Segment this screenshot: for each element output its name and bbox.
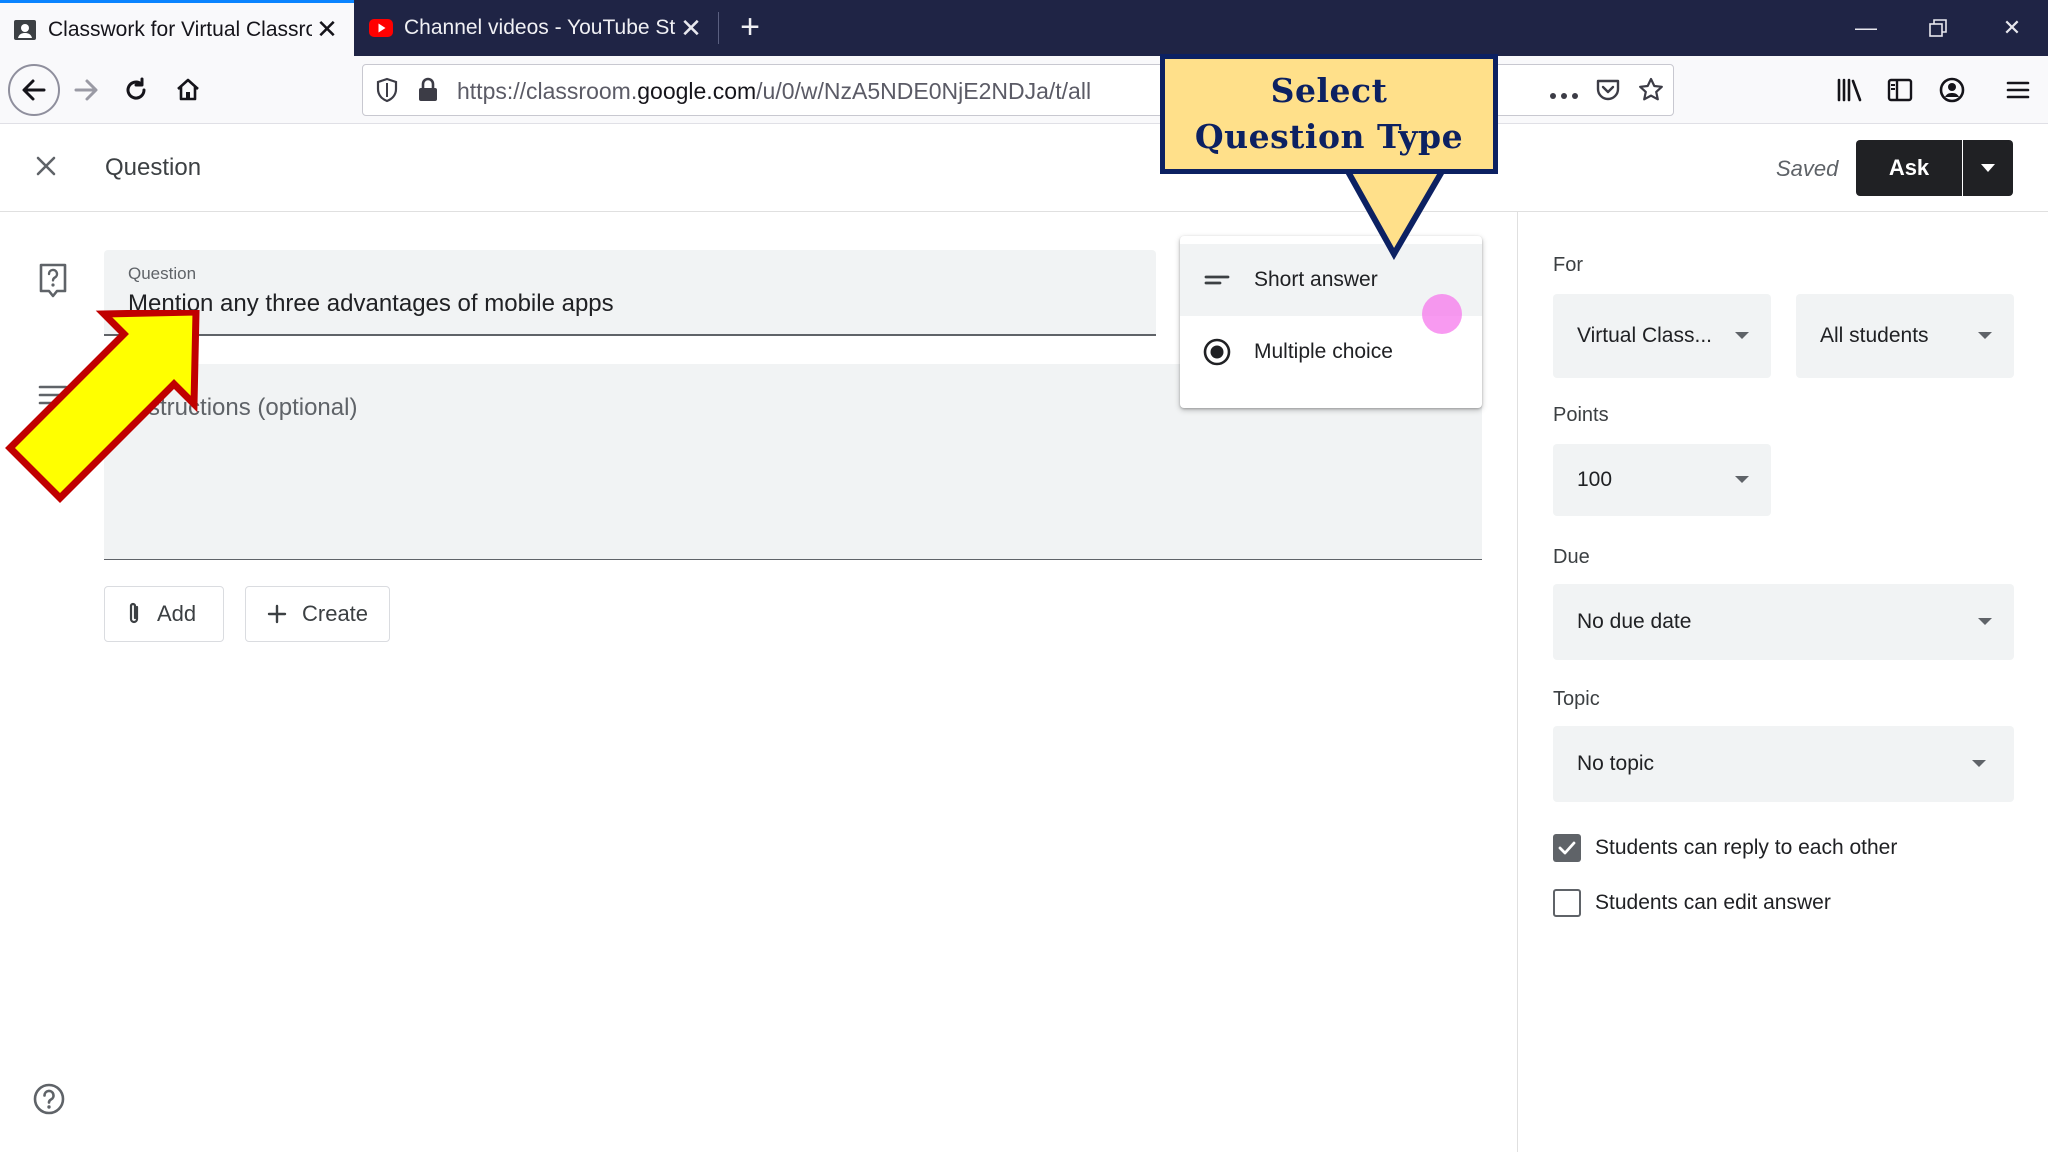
url-text: https://classroom.google.com/u/0/w/NzA5N… xyxy=(457,78,1092,104)
callout-line-1: Select xyxy=(1270,71,1388,110)
minimize-icon[interactable]: — xyxy=(1838,8,1894,48)
due-value: No due date xyxy=(1577,610,1692,633)
due-date-select[interactable]: No due date xyxy=(1553,584,2014,660)
ask-button[interactable]: Ask xyxy=(1856,140,1962,196)
topic-value: No topic xyxy=(1577,752,1655,775)
browser-nav-bar: https://classroom.google.com/u/0/w/NzA5N… xyxy=(0,56,2048,124)
forward-icon[interactable] xyxy=(62,66,110,114)
topic-select[interactable]: No topic xyxy=(1553,726,2014,802)
points-label: Points xyxy=(1553,404,1609,426)
students-value: All students xyxy=(1820,324,1929,347)
select-question-type-callout: Select Question Type xyxy=(1160,54,1498,174)
question-icon xyxy=(38,262,68,305)
caret-down-icon xyxy=(1972,760,1986,767)
page-header: Question Saved Ask xyxy=(0,124,2048,212)
reply-checkbox-row[interactable]: Students can reply to each other xyxy=(1553,834,1897,862)
edit-label: Students can edit answer xyxy=(1595,891,1831,914)
saved-status: Saved xyxy=(1776,156,1839,181)
menu-icon[interactable] xyxy=(1994,66,2042,114)
radio-icon xyxy=(1202,337,1232,367)
classroom-icon xyxy=(12,17,38,43)
class-value: Virtual Class... xyxy=(1577,324,1712,347)
tab-youtube-studio[interactable]: Channel videos - YouTube Studio ✕ xyxy=(356,0,718,56)
annotation-arrow xyxy=(5,310,200,503)
ask-options-button[interactable] xyxy=(1963,140,2013,196)
unchecked-checkbox-icon[interactable] xyxy=(1553,889,1581,917)
browser-tab-strip: Classwork for Virtual Classroom ✕ Channe… xyxy=(0,0,2048,56)
due-label: Due xyxy=(1553,546,1590,568)
caret-down-icon xyxy=(1978,332,1992,339)
paperclip-icon xyxy=(125,601,143,627)
points-select[interactable]: 100 xyxy=(1553,444,1771,516)
caret-down-icon xyxy=(1978,618,1992,625)
page-actions-icon[interactable] xyxy=(1549,87,1579,105)
cursor-highlight xyxy=(1422,294,1462,334)
sidebar-icon[interactable] xyxy=(1876,66,1924,114)
pocket-icon[interactable] xyxy=(1595,77,1621,108)
callout-line-2: Question Type xyxy=(1194,117,1464,156)
class-select[interactable]: Virtual Class... xyxy=(1553,294,1771,378)
page-title: Question xyxy=(105,154,202,181)
menu-item-label: Multiple choice xyxy=(1254,340,1393,363)
close-tab-icon[interactable]: ✕ xyxy=(312,14,342,45)
reload-icon[interactable] xyxy=(112,66,160,114)
window-close-icon[interactable]: ✕ xyxy=(1984,8,2040,48)
tab-separator xyxy=(718,12,719,44)
add-label: Add xyxy=(157,601,197,626)
students-select[interactable]: All students xyxy=(1796,294,2014,378)
close-icon[interactable] xyxy=(26,146,66,186)
caret-down-icon xyxy=(1981,164,1995,172)
help-icon[interactable] xyxy=(32,1082,66,1121)
new-tab-icon[interactable]: + xyxy=(730,8,770,48)
assignment-settings-panel: For Virtual Class... All students Points… xyxy=(1517,212,2048,1152)
restore-icon[interactable] xyxy=(1910,8,1966,48)
caret-down-icon xyxy=(1735,476,1749,483)
account-icon[interactable] xyxy=(1928,66,1976,114)
plus-icon xyxy=(266,603,288,625)
callout-pointer xyxy=(1343,168,1447,260)
question-field-label: Question xyxy=(128,264,197,283)
lock-icon[interactable] xyxy=(417,77,439,108)
tab-title: Channel videos - YouTube Studio xyxy=(404,16,676,39)
topic-label: Topic xyxy=(1553,688,1600,710)
back-icon[interactable] xyxy=(8,64,60,116)
create-button[interactable]: Create xyxy=(245,586,390,642)
add-attachment-button[interactable]: Add xyxy=(104,586,224,642)
reply-label: Students can reply to each other xyxy=(1595,836,1898,859)
library-icon[interactable] xyxy=(1826,66,1874,114)
points-value: 100 xyxy=(1577,468,1613,491)
caret-down-icon xyxy=(1735,332,1749,339)
create-label: Create xyxy=(302,601,369,626)
checked-checkbox-icon[interactable] xyxy=(1553,834,1581,862)
youtube-icon xyxy=(368,15,394,41)
shield-icon[interactable] xyxy=(375,77,399,108)
bookmark-star-icon[interactable] xyxy=(1637,76,1665,109)
question-input[interactable]: Question Mention any three advantages of… xyxy=(104,250,1156,336)
for-label: For xyxy=(1553,254,1583,276)
close-tab-icon[interactable]: ✕ xyxy=(676,13,706,44)
home-icon[interactable] xyxy=(164,66,212,114)
tab-title: Classwork for Virtual Classroom xyxy=(48,17,312,41)
edit-answer-checkbox-row[interactable]: Students can edit answer xyxy=(1553,889,1831,917)
tab-classwork[interactable]: Classwork for Virtual Classroom ✕ xyxy=(0,0,354,56)
short-answer-icon xyxy=(1202,265,1232,295)
menu-item-label: Short answer xyxy=(1254,268,1378,291)
